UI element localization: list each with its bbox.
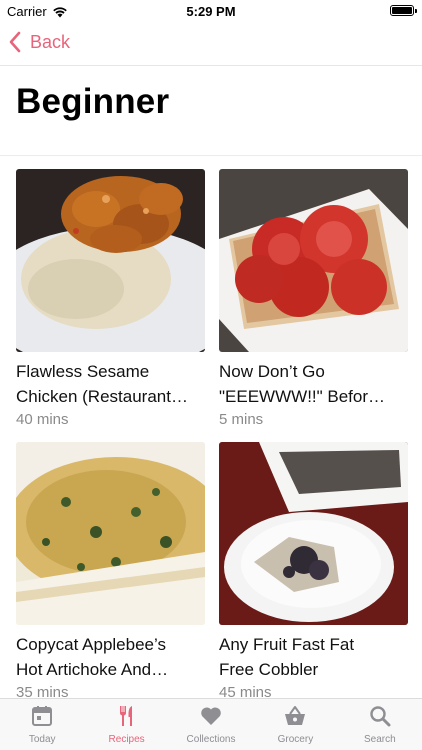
recipe-image[interactable] (16, 442, 205, 625)
calendar-icon (32, 706, 53, 726)
recipe-title-line: Any Fruit Fast Fat (219, 635, 355, 654)
tab-grocery[interactable]: Grocery (253, 699, 337, 750)
tab-collections[interactable]: Collections (169, 699, 253, 750)
tab-label: Today (28, 734, 56, 745)
back-label: Back (30, 31, 71, 52)
recipe-title: Now Don’t Go "EEEWWW!!" Befor… (219, 359, 408, 409)
tab-label: Recipes (108, 734, 145, 745)
recipe-title: Copycat Applebee’s Hot Artichoke And… (16, 632, 205, 682)
recipe-title-line: Flawless Sesame (16, 362, 150, 381)
recipe-card-fruit-cobbler[interactable]: Any Fruit Fast Fat Free Cobbler 45 mins (219, 442, 408, 701)
fork-knife-icon (119, 706, 132, 726)
recipe-time: 5 mins (219, 411, 264, 428)
clock: 5:29 PM (186, 4, 236, 19)
back-button[interactable]: Back (8, 31, 70, 53)
status-bar: Carrier 5:29 PM (0, 0, 422, 22)
tab-label: Search (363, 734, 396, 745)
recipe-card-artichoke-dip[interactable]: Copycat Applebee’s Hot Artichoke And… 35… (16, 442, 205, 701)
basket-icon (285, 706, 306, 725)
page-title: Beginner (16, 82, 170, 121)
tab-search[interactable]: Search (338, 699, 422, 750)
recipe-title-line: Hot Artichoke And… (16, 660, 169, 679)
chevron-left-icon (9, 31, 21, 53)
recipe-image[interactable] (219, 442, 408, 625)
divider (0, 155, 422, 156)
tab-recipes[interactable]: Recipes (84, 699, 168, 750)
recipe-title-line: Free Cobbler (219, 660, 319, 679)
recipe-card-sesame-chicken[interactable]: Flawless Sesame Chicken (Restaurant… 40 … (16, 169, 205, 428)
tab-bar: Today Recipes Collections Grocery Search (0, 698, 422, 750)
recipe-title-line: Chicken (Restaurant… (16, 387, 188, 406)
recipe-card-tomato-toast[interactable]: Now Don’t Go "EEEWWW!!" Befor… 5 mins (219, 169, 408, 428)
recipe-title: Flawless Sesame Chicken (Restaurant… (16, 359, 205, 409)
recipe-title-line: Now Don’t Go (219, 362, 325, 381)
tab-label: Collections (186, 734, 236, 745)
battery-icon (390, 5, 417, 16)
navigation-bar: Back (0, 22, 422, 66)
heart-icon (201, 707, 221, 725)
tab-today[interactable]: Today (0, 699, 84, 750)
search-icon (370, 706, 391, 727)
recipe-time: 40 mins (16, 411, 69, 428)
recipe-title-line: Copycat Applebee’s (16, 635, 166, 654)
recipe-image[interactable] (16, 169, 205, 352)
recipe-title: Any Fruit Fast Fat Free Cobbler (219, 632, 408, 682)
recipe-title-line: "EEEWWW!!" Befor… (219, 387, 386, 406)
recipe-image[interactable] (219, 169, 408, 352)
tab-label: Grocery (277, 734, 314, 745)
